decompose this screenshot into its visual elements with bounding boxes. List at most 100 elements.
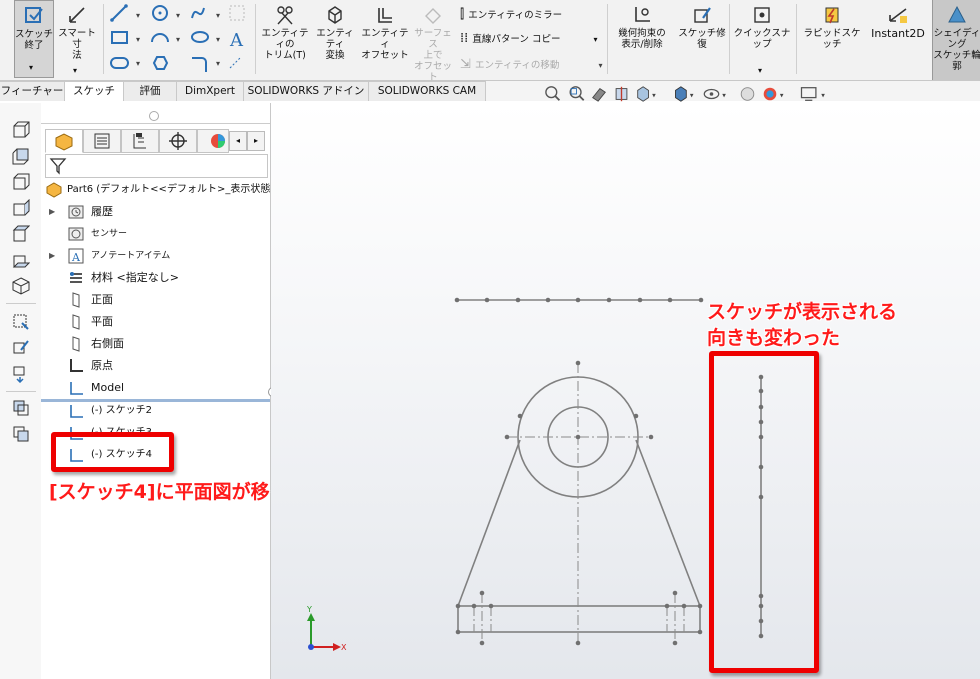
bottom-view-icon[interactable] — [12, 251, 30, 269]
tab-display-manager[interactable] — [197, 129, 229, 153]
tab-evaluate[interactable]: 評価 — [124, 81, 177, 101]
chevron-down-icon[interactable]: ▾ — [29, 62, 33, 73]
convert-label: エンティティ 変換 — [316, 28, 354, 61]
sketch-point — [637, 297, 643, 303]
expand-arrow-icon[interactable]: ▶ — [49, 202, 55, 222]
polygon-icon[interactable] — [152, 56, 169, 70]
plane-icon — [72, 292, 80, 308]
tab-features[interactable]: フィーチャー — [0, 81, 65, 101]
chevron-down-icon[interactable]: ▾ — [593, 35, 597, 44]
view-orientation-icon[interactable]: ▾ — [637, 86, 656, 102]
circle-icon[interactable] — [152, 5, 168, 21]
expand-arrow-icon[interactable]: ▶ — [49, 246, 55, 266]
copy-view-icon[interactable] — [12, 399, 30, 417]
triad-y-arrow — [307, 613, 315, 621]
rapid-sketch-icon — [825, 7, 839, 24]
tab-feature-manager[interactable] — [45, 129, 83, 153]
line-icon[interactable] — [110, 4, 128, 22]
sketch-point — [667, 297, 673, 303]
hide-show-items-icon[interactable]: ▾ — [703, 88, 726, 100]
spline-icon[interactable] — [191, 7, 205, 19]
tab-sketch[interactable]: スケッチ — [65, 81, 124, 101]
tab-configuration-manager[interactable] — [121, 129, 159, 153]
svg-text:▾: ▾ — [652, 91, 656, 100]
tree-model-label: Model — [91, 381, 125, 394]
left-view-icon[interactable] — [12, 173, 30, 191]
zoom-to-fit-icon[interactable] — [545, 86, 561, 101]
normal-to-icon[interactable] — [12, 313, 30, 331]
linear-pattern-button[interactable]: ⁞⁞ 直線パターン コピー ▾ — [460, 31, 598, 46]
smart-dimension-button[interactable]: スマート寸 法 ▾ — [55, 0, 99, 80]
instant2d-button[interactable]: Instant2D — [866, 0, 930, 80]
apply-scene-icon[interactable]: ▾ — [763, 87, 784, 101]
shaded-sketch-label: シェイディング スケッチ輪 郭 — [933, 28, 980, 72]
rapid-sketch-button[interactable]: ラピッドスケッチ — [800, 0, 864, 80]
tab-property-manager[interactable] — [83, 129, 121, 153]
arc-icon[interactable] — [151, 33, 169, 43]
sketch-point — [479, 640, 485, 646]
tree-filter[interactable] — [45, 154, 268, 178]
fillet-icon[interactable] — [192, 57, 207, 72]
sketch-icon — [70, 382, 83, 395]
quick-snaps-button[interactable]: クイックスナップ ▾ — [732, 0, 792, 80]
tree-sketch2-label: (-) スケッチ2 — [91, 405, 152, 416]
shaded-sketch-contours-button[interactable]: シェイディング スケッチ輪 郭 — [932, 0, 980, 80]
sketch-point — [471, 603, 477, 609]
chevron-down-icon[interactable]: ▾ — [598, 61, 602, 70]
repair-sketch-button[interactable]: スケッチ修 復 — [678, 0, 726, 80]
sketch-icon — [70, 405, 83, 418]
view-settings-icon[interactable]: ▾ — [800, 87, 826, 101]
section-view-icon[interactable] — [615, 86, 628, 102]
sketch-tools-grid: A ▾ ▾ ▾ ▾ ▾ ▾ ▾ ▾ — [110, 4, 245, 72]
trim-entities-button[interactable]: エンティティの トリム(T) — [258, 0, 312, 80]
zoom-to-area-icon[interactable] — [569, 86, 585, 101]
move-sketch-icon[interactable] — [12, 365, 30, 383]
rollback-bar[interactable] — [41, 399, 270, 402]
tab-dimxpert[interactable]: DimXpert — [177, 81, 244, 101]
chevron-down-icon[interactable]: ▾ — [73, 65, 77, 76]
display-style-icon[interactable]: ▾ — [675, 86, 694, 102]
ellipse-icon[interactable] — [191, 31, 209, 43]
tab-dimxpert-manager[interactable] — [159, 129, 197, 153]
reference-triad: Y X — [306, 605, 347, 652]
scroll-left-button[interactable]: ◂ — [229, 131, 247, 151]
sketch-point — [517, 413, 523, 419]
previous-view-icon[interactable] — [592, 87, 606, 102]
instant2d-icon — [889, 8, 907, 23]
convert-entities-button[interactable]: エンティティ 変換 — [313, 0, 357, 80]
mirror-entities-button[interactable]: ⫿ エンティティのミラー — [460, 7, 562, 22]
slot-icon[interactable] — [110, 57, 129, 69]
offset-entities-button[interactable]: エンティティ オフセット — [360, 0, 410, 80]
display-delete-relations-button[interactable]: 幾何拘束の 表示/削除 — [611, 0, 673, 80]
graphics-area[interactable]: Y X スケッチが表示される 向きも変わった — [271, 103, 980, 679]
paste-view-icon[interactable] — [12, 425, 30, 443]
text-icon[interactable]: A — [229, 30, 244, 51]
tab-solidworks-addins[interactable]: SOLIDWORKS アドイン — [244, 81, 369, 101]
sketch-exit-button[interactable]: スケッチ 終了 ▾ — [14, 0, 54, 78]
tab-solidworks-cam[interactable]: SOLIDWORKS CAM — [369, 81, 486, 101]
property-manager-icon — [94, 133, 110, 149]
instant2d-label: Instant2D — [871, 27, 925, 40]
sensor-icon — [68, 227, 84, 241]
chevron-down-icon[interactable]: ▾ — [758, 65, 762, 76]
svg-text:▾: ▾ — [136, 59, 140, 68]
sketch-point — [672, 640, 678, 646]
front-view-icon[interactable] — [12, 121, 30, 139]
back-view-icon[interactable] — [12, 147, 30, 165]
scroll-right-button[interactable]: ▸ — [247, 131, 265, 151]
edit-appearance-icon[interactable] — [740, 87, 755, 101]
move-icon: ⇲ — [460, 57, 476, 72]
repair-sketch-icon[interactable] — [12, 339, 30, 357]
right-view-icon[interactable] — [12, 199, 30, 217]
isometric-view-icon[interactable] — [12, 277, 30, 295]
relations-icon — [635, 7, 650, 22]
svg-text:▾: ▾ — [216, 11, 220, 20]
point-icon[interactable] — [229, 57, 241, 69]
panel-collapse-handle[interactable] — [149, 111, 159, 121]
sketch-point — [575, 297, 581, 303]
rectangle-icon[interactable] — [111, 31, 128, 44]
svg-text:▾: ▾ — [136, 35, 140, 44]
material-icon — [70, 272, 82, 283]
part-icon — [46, 182, 62, 198]
top-view-icon[interactable] — [12, 225, 30, 243]
